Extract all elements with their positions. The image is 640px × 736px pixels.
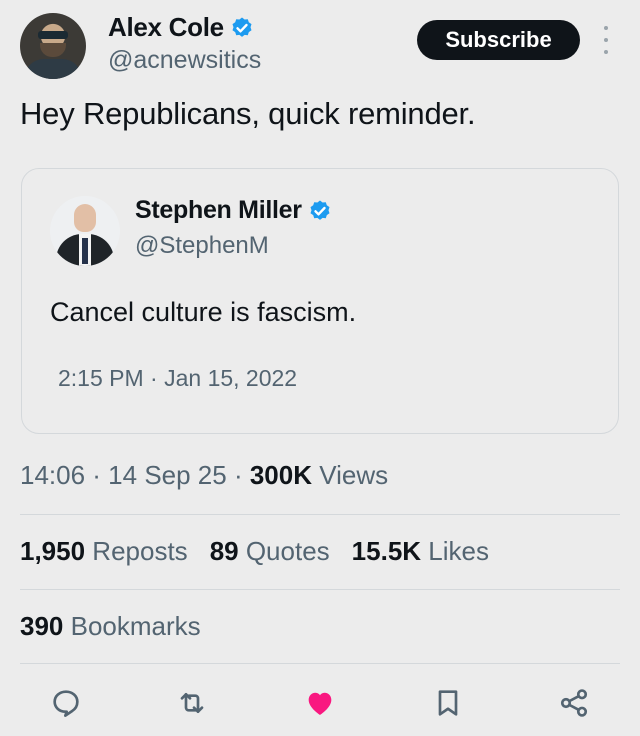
quotes-label: Quotes (238, 536, 330, 566)
bookmarks-label: Bookmarks (63, 611, 201, 641)
quoted-author-avatar[interactable] (50, 196, 120, 266)
quotes-count: 89 (209, 536, 239, 566)
reposts-stat[interactable]: 1,950 Reposts (20, 536, 188, 567)
quoted-tweet-text: Cancel culture is fascism. (50, 297, 357, 327)
like-icon (308, 692, 332, 715)
author-avatar[interactable] (20, 13, 86, 79)
views-label: Views (311, 460, 389, 490)
subscribe-button[interactable]: Subscribe (417, 20, 580, 60)
quoted-author-handle[interactable]: @StephenM (135, 232, 269, 260)
author-name[interactable]: Alex Cole (108, 12, 224, 43)
share-button[interactable] (556, 685, 592, 721)
quotes-stat[interactable]: 89 Quotes (210, 536, 330, 567)
reposts-count: 1,950 (20, 536, 86, 566)
views-count: 300K (249, 460, 312, 490)
quoted-author-name-row[interactable]: Stephen Miller (135, 196, 332, 225)
repost-button[interactable] (174, 685, 210, 721)
tweet-meta: 14:06 · 14 Sep 25 · 300K Views (20, 460, 388, 491)
reply-icon (53, 690, 79, 717)
verified-badge-icon (310, 200, 330, 220)
tweet-timestamp[interactable]: 14:06 · 14 Sep 25 · (20, 460, 250, 490)
likes-stat[interactable]: 15.5K Likes (352, 536, 489, 567)
share-icon (560, 689, 588, 717)
reposts-label: Reposts (85, 536, 188, 566)
tweet-text: Hey Republicans, quick reminder. (20, 96, 476, 131)
like-button[interactable] (302, 685, 338, 721)
repost-icon (180, 693, 204, 713)
more-icon[interactable] (596, 26, 616, 54)
verified-badge-icon (232, 17, 252, 37)
likes-label: Likes (421, 536, 489, 566)
quoted-tweet-timestamp[interactable]: 2:15 PM · Jan 15, 2022 (58, 365, 297, 392)
bookmark-icon (438, 690, 458, 716)
divider (20, 589, 620, 590)
author-handle[interactable]: @acnewsitics (108, 46, 261, 75)
likes-count: 15.5K (351, 536, 422, 566)
reply-button[interactable] (48, 685, 84, 721)
bookmarks-count: 390 (20, 611, 64, 641)
bookmarks-stat[interactable]: 390 Bookmarks (20, 611, 201, 642)
divider (20, 514, 620, 515)
author-name-row[interactable]: Alex Cole (108, 12, 254, 43)
quoted-author-name[interactable]: Stephen Miller (135, 196, 302, 225)
bookmark-button[interactable] (430, 685, 466, 721)
engagement-stats: 1,950 Reposts 89 Quotes 15.5K Likes (20, 536, 489, 567)
divider (20, 663, 620, 664)
